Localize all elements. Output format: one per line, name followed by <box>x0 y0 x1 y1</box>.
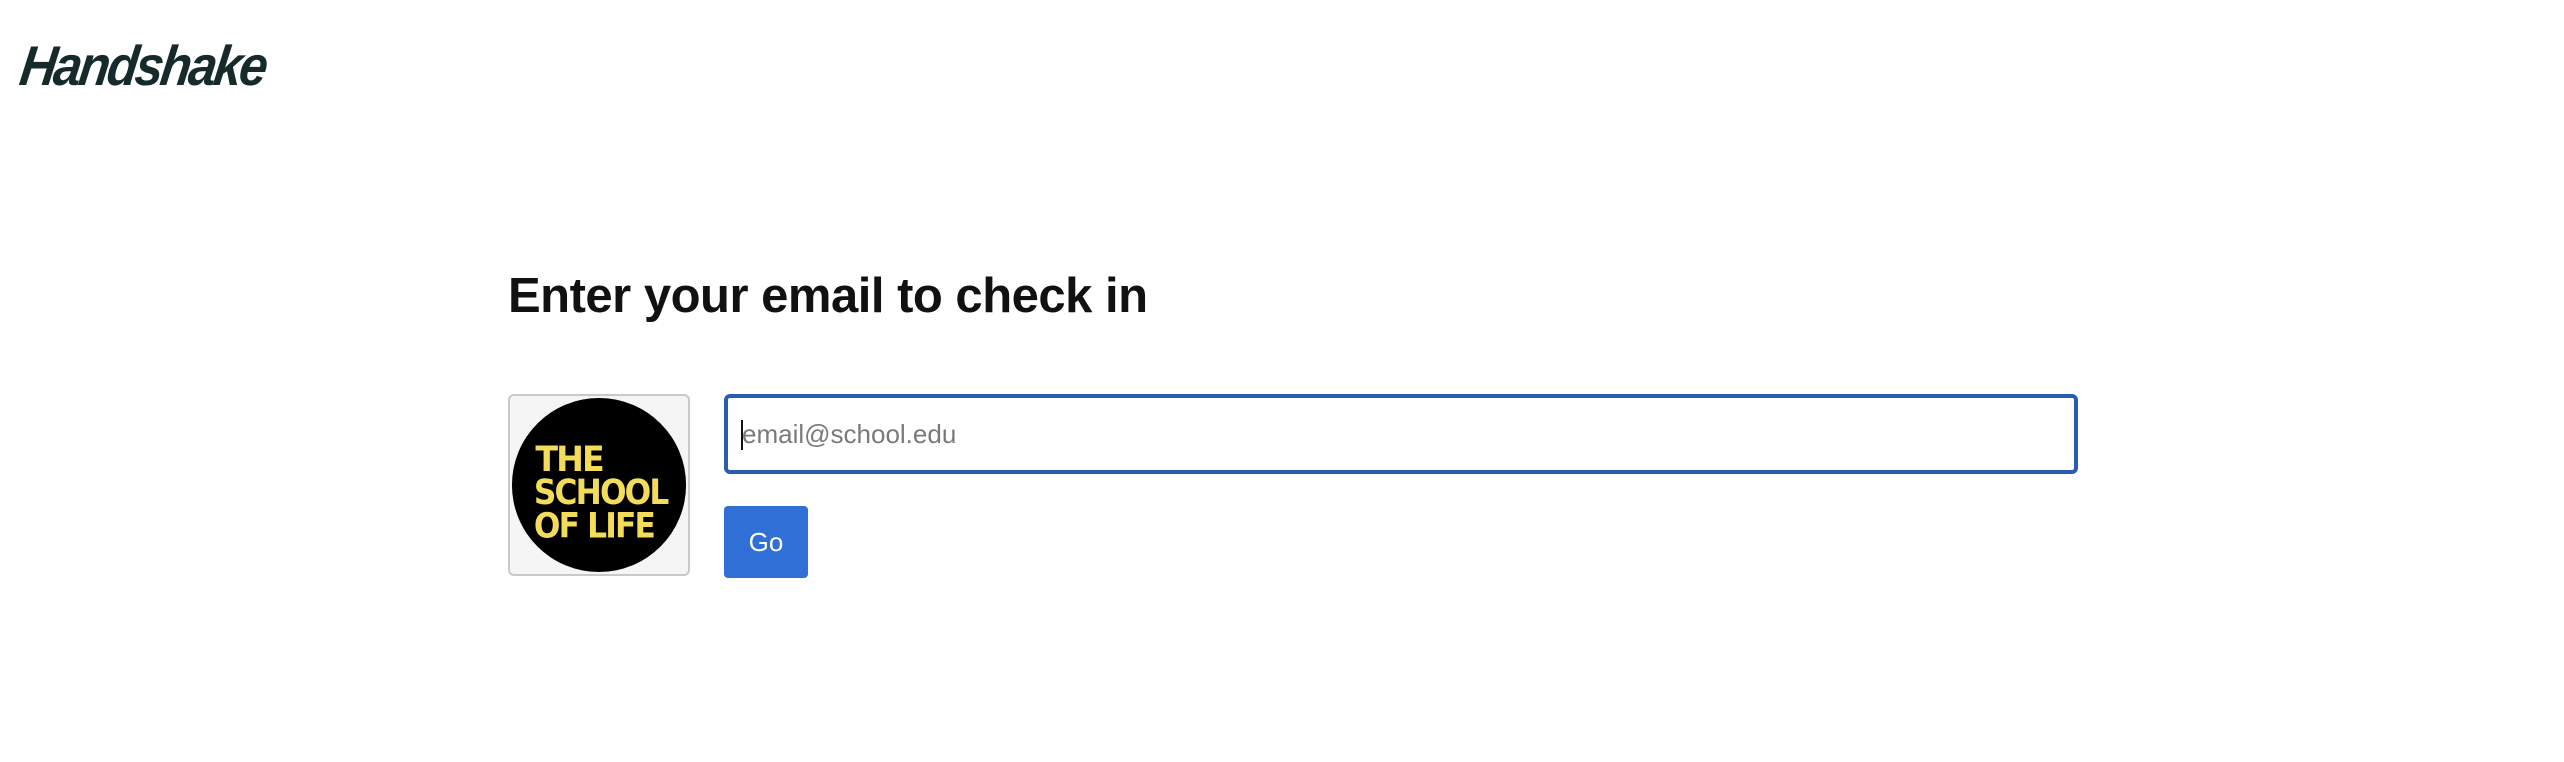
text-cursor <box>741 420 743 450</box>
handshake-logo[interactable]: Handshake <box>15 28 270 104</box>
email-input[interactable] <box>724 394 2078 474</box>
logo-line-3: OF LIFE <box>534 505 654 546</box>
go-button[interactable]: Go <box>724 506 808 578</box>
the-school-of-life-logo-image: THE SCHOOL OF LIFE <box>511 397 687 573</box>
organizer-logo: THE SCHOOL OF LIFE <box>508 394 690 576</box>
page-title: Enter your email to check in <box>508 269 1148 323</box>
